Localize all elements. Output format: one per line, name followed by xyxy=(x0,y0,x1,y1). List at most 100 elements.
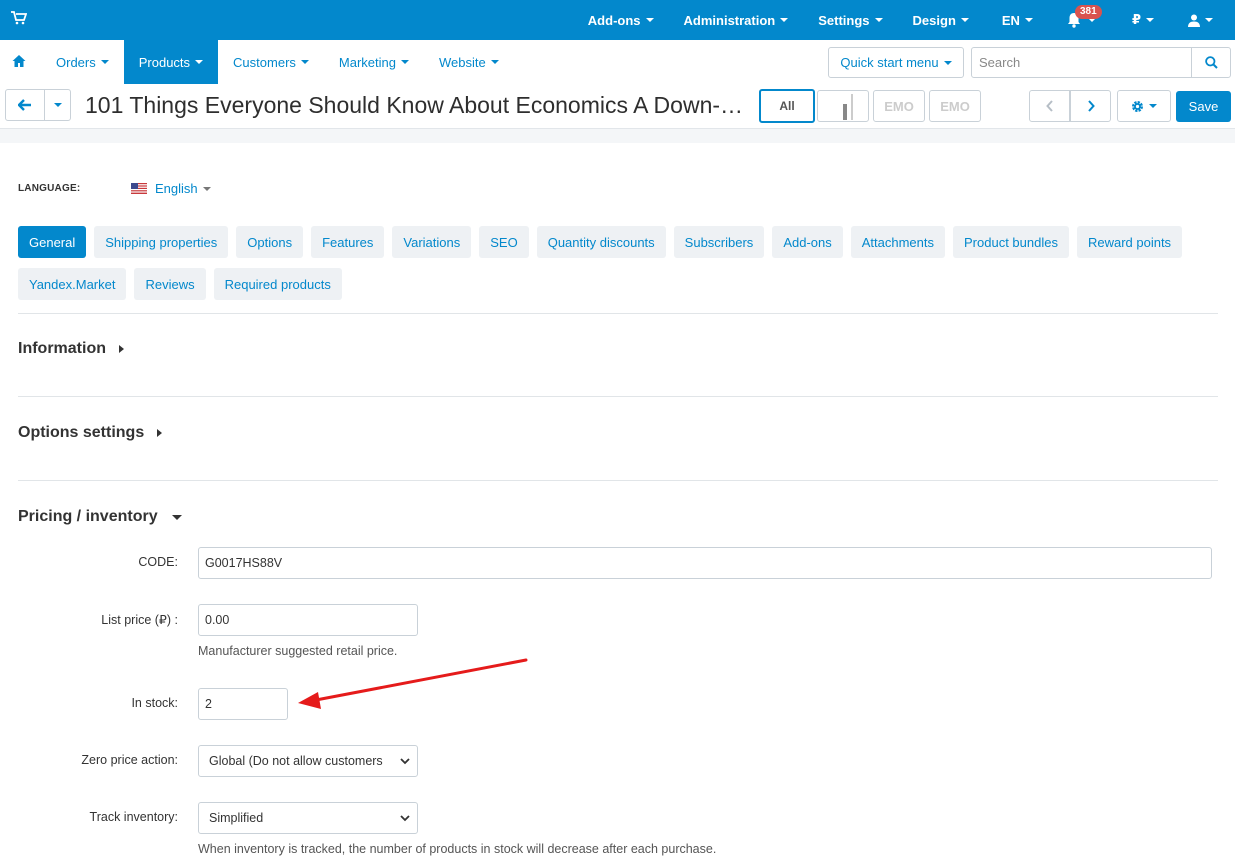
caret-right-icon xyxy=(119,345,124,353)
divider xyxy=(18,313,1218,314)
top-menu-label: Settings xyxy=(818,12,870,28)
arrow-left-icon xyxy=(18,99,31,111)
top-menu-label: Administration xyxy=(683,12,776,28)
back-button[interactable] xyxy=(5,89,45,121)
nav-label: Website xyxy=(438,54,486,70)
home-icon[interactable] xyxy=(12,54,26,68)
view-demo-button[interactable]: EMO xyxy=(929,90,981,122)
track-inventory-select[interactable]: Simplified xyxy=(198,802,418,834)
caret-down-icon xyxy=(1146,18,1154,22)
next-product-button[interactable] xyxy=(1070,90,1111,122)
back-dropdown-button[interactable] xyxy=(44,89,71,121)
track-inventory-help: When inventory is tracked, the number of… xyxy=(198,842,717,856)
top-menu-design[interactable]: Design xyxy=(898,0,984,40)
currency-symbol: ₽ xyxy=(1131,12,1141,27)
page-title: 101 Things Everyone Should Know About Ec… xyxy=(85,92,745,118)
caret-down-icon xyxy=(960,18,969,22)
user-menu[interactable] xyxy=(1174,0,1235,40)
notifications-button[interactable]: 381 xyxy=(1047,0,1116,40)
zero-price-select[interactable]: Global (Do not allow customers xyxy=(198,745,418,777)
search-input[interactable] xyxy=(972,48,1192,77)
language-selector[interactable]: English xyxy=(131,181,211,196)
tab-features[interactable]: Features xyxy=(311,226,385,258)
language-selected: English xyxy=(155,181,198,196)
nav-label: Orders xyxy=(56,54,96,70)
caret-down-icon xyxy=(780,18,789,22)
caret-down-icon xyxy=(490,60,499,64)
nav-label: Products xyxy=(138,54,191,70)
tab-attachments[interactable]: Attachments xyxy=(850,226,945,258)
section-title: Information xyxy=(18,340,106,357)
top-menu-label: Design xyxy=(912,12,956,28)
tab-reward-points[interactable]: Reward points xyxy=(1076,226,1183,258)
tab-shipping-properties[interactable]: Shipping properties xyxy=(94,226,229,258)
list-price-field[interactable]: 0.00 xyxy=(198,604,418,636)
search-button[interactable] xyxy=(1191,48,1230,77)
top-menu-addons[interactable]: Add-ons xyxy=(573,0,669,40)
view-thumbnail-button[interactable] xyxy=(817,90,869,122)
nav-customers[interactable]: Customers xyxy=(218,40,324,84)
top-menu-administration[interactable]: Administration xyxy=(669,0,804,40)
nav-products[interactable]: Products xyxy=(123,40,219,84)
nav-orders[interactable]: Orders xyxy=(41,40,124,84)
search-icon xyxy=(1204,56,1218,69)
divider xyxy=(0,129,1235,143)
tab-required-products[interactable]: Required products xyxy=(213,268,342,300)
tab-product-bundles[interactable]: Product bundles xyxy=(953,226,1069,258)
divider xyxy=(18,396,1218,397)
section-information-toggle[interactable]: Information xyxy=(18,340,124,358)
track-inventory-label: Track inventory: xyxy=(89,810,178,824)
view-all-button[interactable]: All xyxy=(759,89,815,123)
tab-subscribers[interactable]: Subscribers xyxy=(673,226,765,258)
save-button[interactable]: Save xyxy=(1176,91,1231,122)
section-pricing-toggle[interactable]: Pricing / inventory xyxy=(18,508,182,526)
caret-down-icon xyxy=(943,60,952,65)
top-menu-settings[interactable]: Settings xyxy=(803,0,897,40)
chevron-left-icon xyxy=(1045,100,1053,112)
quick-start-menu-button[interactable]: Quick start menu xyxy=(828,47,964,78)
title-bar: 101 Things Everyone Should Know About Ec… xyxy=(0,84,1235,129)
caret-down-icon xyxy=(100,60,109,64)
list-price-label: List price (₽) : xyxy=(101,613,178,627)
caret-down-icon xyxy=(53,103,62,107)
tab-general[interactable]: General xyxy=(18,226,87,258)
top-menu-label: Add-ons xyxy=(587,12,641,28)
nav-marketing[interactable]: Marketing xyxy=(324,40,424,84)
caret-down-icon xyxy=(171,514,182,520)
language-menu[interactable]: EN xyxy=(984,0,1047,40)
tab-quantity-discounts[interactable]: Quantity discounts xyxy=(536,226,666,258)
tab-yandex-market[interactable]: Yandex.Market xyxy=(18,268,127,300)
nav-website[interactable]: Website xyxy=(424,40,514,84)
settings-dropdown-button[interactable] xyxy=(1117,90,1171,122)
user-icon xyxy=(1188,14,1200,27)
caret-down-icon xyxy=(1024,18,1033,22)
demo-label: EMO xyxy=(884,98,914,114)
section-options-settings-toggle[interactable]: Options settings xyxy=(18,424,163,442)
nav-label: Customers xyxy=(233,54,296,70)
tab-variations[interactable]: Variations xyxy=(392,226,472,258)
top-bar: Add-ons Administration Settings Design E… xyxy=(0,0,1235,40)
tab-reviews[interactable]: Reviews xyxy=(134,268,206,300)
section-title: Options settings xyxy=(18,424,145,441)
caret-down-icon xyxy=(400,60,409,64)
caret-down-icon xyxy=(300,60,309,64)
caret-down-icon xyxy=(874,18,883,22)
tab-options[interactable]: Options xyxy=(236,226,304,258)
divider xyxy=(18,480,1218,481)
caret-down-icon xyxy=(195,60,204,64)
cart-icon[interactable] xyxy=(11,11,27,25)
caret-down-icon xyxy=(1149,104,1157,108)
tab-seo[interactable]: SEO xyxy=(479,226,529,258)
currency-menu[interactable]: ₽ xyxy=(1116,0,1174,40)
caret-down-icon xyxy=(1205,18,1213,22)
previous-product-button[interactable] xyxy=(1029,90,1070,122)
thumbnail-icon xyxy=(843,94,853,120)
chevron-down-icon xyxy=(400,815,410,822)
tab-addons[interactable]: Add-ons xyxy=(772,226,843,258)
quick-start-label: Quick start menu xyxy=(840,55,939,70)
caret-right-icon xyxy=(157,429,163,437)
view-demo-button[interactable]: EMO xyxy=(873,90,925,122)
code-field[interactable]: G0017HS88V xyxy=(198,547,1212,579)
in-stock-field[interactable]: 2 xyxy=(198,688,288,720)
code-label: CODE: xyxy=(138,555,178,569)
